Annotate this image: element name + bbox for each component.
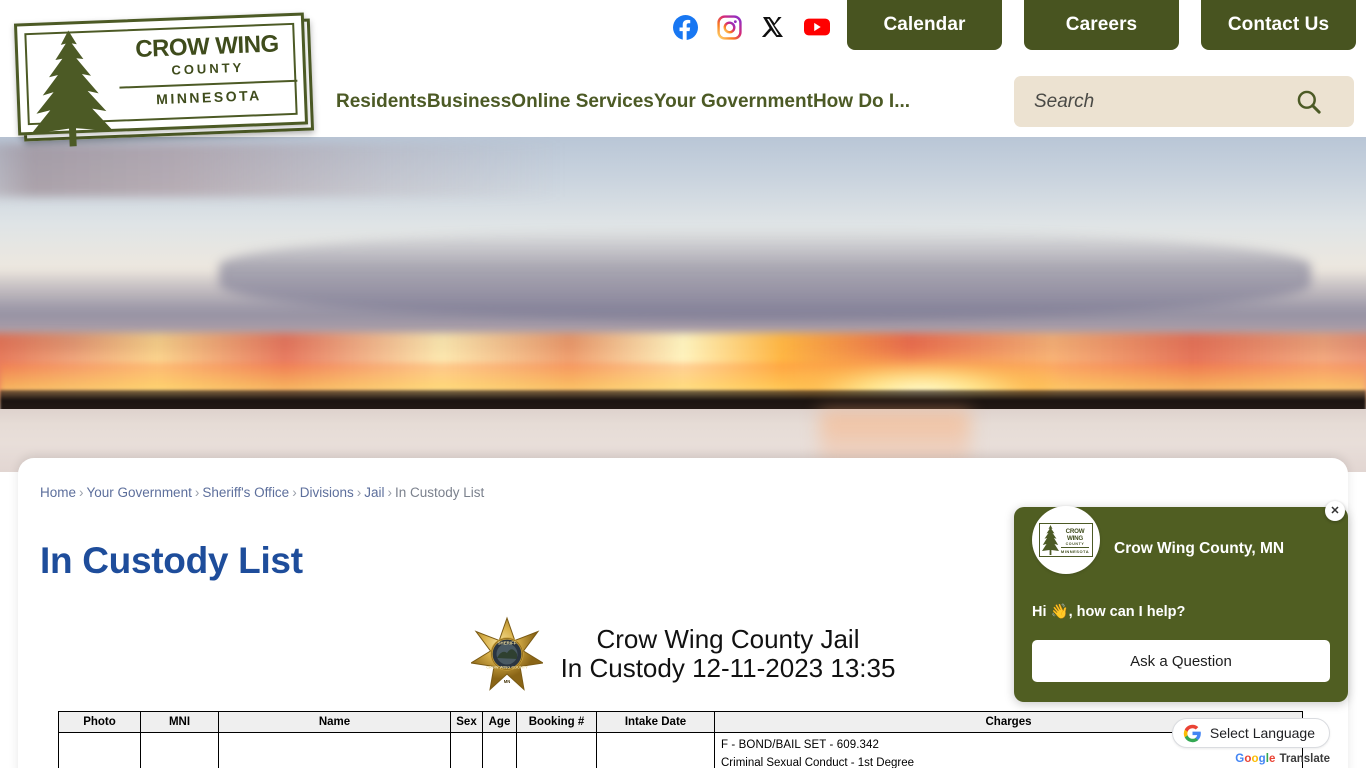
cell-name — [218, 732, 451, 768]
nav-item-online-services[interactable]: Online Services — [511, 84, 654, 120]
nav-item-residents[interactable]: Residents — [336, 84, 427, 120]
pine-tree-icon — [31, 30, 114, 147]
breadcrumb-sep-1: › — [79, 485, 84, 500]
breadcrumb-item-your-government[interactable]: Your Government — [87, 485, 192, 500]
contact-us-button[interactable]: Contact Us — [1201, 0, 1356, 50]
breadcrumb-sep-4: › — [356, 485, 362, 500]
crow-wing-county-logo-icon: CROW WING COUNTY MINNESOTA — [1039, 523, 1093, 557]
logo-text: CROW WING COUNTY MINNESOTA — [114, 30, 303, 109]
careers-button[interactable]: Careers — [1024, 0, 1179, 50]
main-navigation: Residents Business Online Services Your … — [336, 84, 910, 120]
avatar: CROW WING COUNTY MINNESOTA — [1032, 506, 1100, 574]
breadcrumb-item-home[interactable]: Home — [40, 485, 76, 500]
chat-widget: CROW WING COUNTY MINNESOTA Crow Wing Cou… — [1014, 506, 1348, 702]
translate-footer: Google Translate — [1172, 753, 1330, 765]
calendar-button[interactable]: Calendar — [847, 0, 1002, 50]
instagram-icon[interactable] — [716, 14, 742, 40]
sheriff-star-badge-icon: SHERIFF CROW WING COUNTY MN — [470, 616, 543, 691]
breadcrumb-sep-2: › — [194, 485, 200, 500]
logo-plate: CROW WING COUNTY MINNESOTA — [13, 12, 309, 147]
google-g-icon — [1183, 724, 1201, 742]
column-header-sex[interactable]: Sex — [450, 711, 483, 733]
search-box — [1014, 76, 1354, 127]
column-header-intake-date[interactable]: Intake Date — [596, 711, 715, 733]
translate-label: Translate — [1279, 753, 1331, 765]
google-wordmark: Google — [1235, 753, 1276, 765]
search-icon[interactable] — [1286, 80, 1330, 124]
chat-header: CROW WING COUNTY MINNESOTA Crow Wing Cou… — [1032, 506, 1330, 577]
mini-logo-divider — [1061, 547, 1089, 548]
google-translate-widget: Select Language Google Translate — [1171, 718, 1330, 765]
breadcrumb-item-sheriffs-office[interactable]: Sheriff's Office — [202, 485, 289, 500]
column-header-mni[interactable]: MNI — [140, 711, 219, 733]
breadcrumb: Home › Your Government › Sheriff's Office › Di… — [40, 485, 484, 500]
hero-cloud-upper — [0, 143, 1366, 197]
search-input[interactable] — [1014, 78, 1286, 125]
mini-logo-line-1: CROW WING — [1065, 528, 1085, 542]
nav-row: Residents Business Online Services Your … — [336, 76, 1360, 132]
cell-mni — [140, 732, 219, 768]
site-header: CROW WING COUNTY MINNESOTA Calendar Care… — [0, 0, 1366, 147]
column-header-age[interactable]: Age — [482, 711, 517, 733]
social-links — [672, 14, 830, 40]
jail-heading-line-1: Crow Wing County Jail — [596, 623, 860, 654]
breadcrumb-sep-3: › — [292, 485, 297, 500]
cell-photo — [58, 732, 141, 768]
column-header-photo[interactable]: Photo — [58, 711, 141, 733]
site-logo[interactable]: CROW WING COUNTY MINNESOTA — [13, 12, 315, 147]
mini-logo-line-2: COUNTY — [1065, 542, 1085, 546]
svg-text:CROW WING COUNTY: CROW WING COUNTY — [486, 665, 528, 670]
in-custody-table: Photo MNI Name Sex Age Booking # Intake … — [58, 711, 1303, 768]
facebook-icon[interactable] — [672, 14, 698, 40]
mini-logo-line-3: MINNESOTA — [1060, 549, 1090, 554]
chat-close-icon[interactable]: ✕ — [1325, 501, 1345, 521]
breadcrumb-item-jail[interactable]: Jail — [364, 485, 384, 500]
cell-intake-date — [596, 732, 715, 768]
select-language-button[interactable]: Select Language — [1171, 718, 1330, 748]
youtube-icon[interactable] — [804, 14, 830, 40]
breadcrumb-sep-5: › — [387, 485, 392, 500]
x-twitter-icon[interactable] — [760, 14, 786, 40]
nav-item-how-do-i[interactable]: How Do I... — [813, 84, 910, 120]
ask-a-question-button[interactable]: Ask a Question — [1032, 640, 1330, 682]
breadcrumb-item-current: In Custody List — [394, 485, 485, 500]
cell-age — [482, 732, 517, 768]
cell-booking — [516, 732, 597, 768]
svg-text:SHERIFF: SHERIFF — [497, 641, 516, 646]
table-header-row: Photo MNI Name Sex Age Booking # Intake … — [58, 711, 1303, 733]
jail-heading-text: Crow Wing County Jail In Custody 12-11-2… — [560, 623, 896, 683]
chat-greeting: Hi 👋, how can I help? — [1032, 604, 1186, 620]
column-header-name[interactable]: Name — [218, 711, 451, 733]
nav-item-business[interactable]: Business — [427, 84, 511, 120]
page-root: CROW WING COUNTY MINNESOTA Calendar Care… — [0, 0, 1366, 768]
cell-sex — [450, 732, 483, 768]
chat-title: Crow Wing County, MN — [1114, 540, 1285, 557]
nav-item-your-government[interactable]: Your Government — [654, 84, 813, 120]
breadcrumb-item-divisions[interactable]: Divisions — [300, 485, 354, 500]
page-title: In Custody List — [40, 540, 303, 581]
column-header-booking[interactable]: Booking # — [516, 711, 597, 733]
svg-text:MN: MN — [503, 679, 510, 684]
jail-heading-line-2: In Custody 12-11-2023 13:35 — [560, 653, 896, 683]
table-row: F - BOND/BAIL SET - 609.342 Criminal Sex… — [58, 732, 1303, 768]
select-language-label: Select Language — [1209, 725, 1315, 741]
header-action-buttons: Calendar Careers Contact Us — [847, 0, 1356, 50]
hero-banner-image — [0, 137, 1366, 472]
